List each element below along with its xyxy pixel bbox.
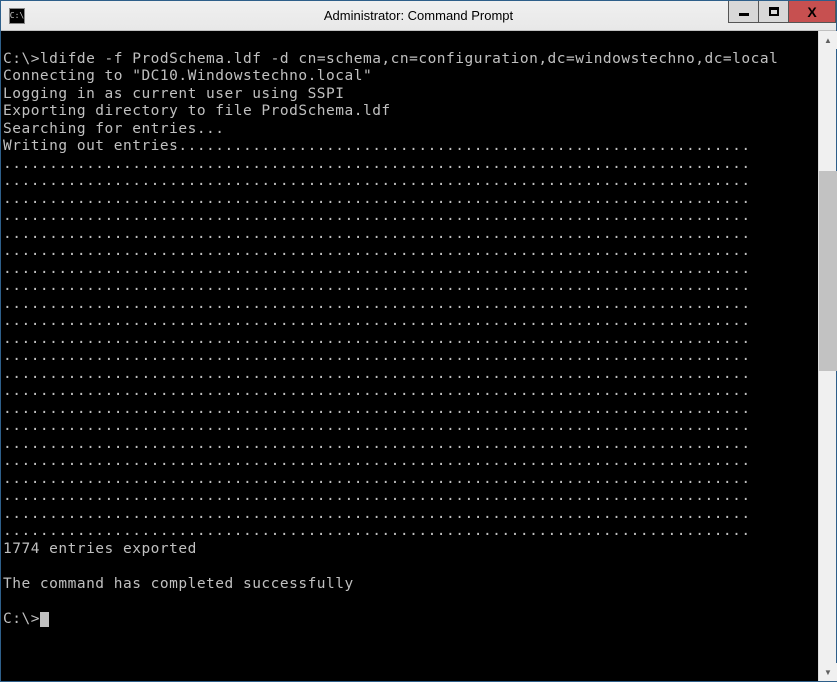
output-line: Searching for entries... (3, 121, 225, 137)
progress-dots-row: ........................................… (3, 348, 751, 364)
close-button[interactable]: X (788, 1, 836, 23)
output-line: Writing out entries.....................… (3, 138, 751, 154)
titlebar[interactable]: C:\ Administrator: Command Prompt X (1, 1, 836, 31)
progress-dots-row: ........................................… (3, 401, 751, 417)
minimize-icon (739, 12, 749, 16)
progress-dots-row: ........................................… (3, 471, 751, 487)
progress-dots-row: ........................................… (3, 488, 751, 504)
progress-dots-row: ........................................… (3, 436, 751, 452)
progress-dots-row: ........................................… (3, 208, 751, 224)
scroll-up-button[interactable]: ▲ (819, 31, 837, 49)
progress-dots-row: ........................................… (3, 261, 751, 277)
progress-dots-row: ........................................… (3, 523, 751, 539)
vertical-scrollbar[interactable]: ▲ ▼ (818, 31, 836, 681)
output-line: Logging in as current user using SSPI (3, 86, 345, 102)
progress-dots-row: ........................................… (3, 243, 751, 259)
progress-dots-row: ........................................… (3, 331, 751, 347)
scroll-thumb[interactable] (819, 171, 837, 371)
progress-dots-row: ........................................… (3, 453, 751, 469)
progress-dots-row: ........................................… (3, 173, 751, 189)
scroll-down-button[interactable]: ▼ (819, 663, 837, 681)
maximize-button[interactable] (758, 1, 788, 23)
progress-dots-row: ........................................… (3, 366, 751, 382)
progress-dots-row: ........................................… (3, 226, 751, 242)
prompt: C:\> (3, 51, 40, 67)
progress-dots-row: ........................................… (3, 506, 751, 522)
progress-dots-row: ........................................… (3, 313, 751, 329)
progress-dots-row: ........................................… (3, 418, 751, 434)
cmd-icon: C:\ (9, 8, 25, 24)
command-text: ldifde -f ProdSchema.ldf -d cn=schema,cn… (40, 51, 778, 67)
progress-dots-row: ........................................… (3, 296, 751, 312)
content-area: C:\>ldifde -f ProdSchema.ldf -d cn=schem… (1, 31, 836, 681)
progress-dots-row: ........................................… (3, 156, 751, 172)
window-title: Administrator: Command Prompt (1, 8, 836, 23)
maximize-icon (769, 7, 779, 16)
progress-dots-row: ........................................… (3, 278, 751, 294)
cursor (40, 612, 49, 627)
window-controls: X (728, 1, 836, 23)
output-line: Exporting directory to file ProdSchema.l… (3, 103, 391, 119)
close-icon: X (807, 4, 816, 20)
progress-dots-row: ........................................… (3, 383, 751, 399)
output-line: 1774 entries exported (3, 541, 197, 557)
prompt: C:\> (3, 611, 40, 627)
cmd-window: C:\ Administrator: Command Prompt X C:\>… (0, 0, 837, 682)
output-line: Connecting to "DC10.Windowstechno.local" (3, 68, 372, 84)
progress-dots-row: ........................................… (3, 191, 751, 207)
terminal-output[interactable]: C:\>ldifde -f ProdSchema.ldf -d cn=schem… (1, 31, 818, 681)
output-line: The command has completed successfully (3, 576, 354, 592)
minimize-button[interactable] (728, 1, 758, 23)
